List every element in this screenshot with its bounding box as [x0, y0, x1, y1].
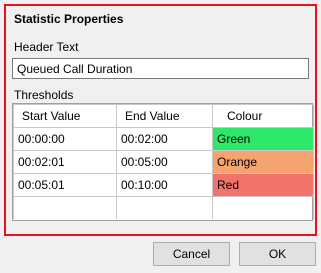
table-row[interactable]: 00:02:01 00:05:00 Orange: [13, 150, 314, 174]
statistic-properties-panel: Statistic Properties Header Text Thresho…: [4, 4, 317, 236]
start-value-cell[interactable]: 00:00:00: [13, 127, 117, 151]
end-value-cell[interactable]: 00:02:00: [116, 127, 213, 151]
table-row[interactable]: 00:05:01 00:10:00 Red: [13, 173, 314, 197]
colour-cell[interactable]: Green: [212, 127, 314, 151]
colour-cell[interactable]: Orange: [212, 150, 314, 174]
thresholds-header-row: Start Value End Value Colour: [13, 104, 314, 128]
new-start-value-cell[interactable]: [13, 196, 117, 219]
new-colour-cell[interactable]: [212, 196, 314, 219]
end-value-cell[interactable]: 00:05:00: [116, 150, 213, 174]
end-value-cell[interactable]: 00:10:00: [116, 173, 213, 197]
ok-button[interactable]: OK: [239, 242, 316, 266]
column-header-colour[interactable]: Colour: [212, 104, 314, 128]
column-header-end-value[interactable]: End Value: [116, 104, 213, 128]
header-text-label: Header Text: [14, 40, 79, 54]
start-value-cell[interactable]: 00:02:01: [13, 150, 117, 174]
new-end-value-cell[interactable]: [116, 196, 213, 219]
thresholds-label: Thresholds: [14, 88, 74, 102]
column-header-start-value[interactable]: Start Value: [13, 104, 117, 128]
cancel-button[interactable]: Cancel: [153, 242, 230, 266]
colour-cell[interactable]: Red: [212, 173, 314, 197]
new-row[interactable]: [13, 196, 314, 219]
panel-title: Statistic Properties: [14, 12, 124, 26]
start-value-cell[interactable]: 00:05:01: [13, 173, 117, 197]
thresholds-grid[interactable]: Start Value End Value Colour 00:00:00 00…: [12, 103, 314, 221]
header-text-input[interactable]: [12, 58, 309, 79]
table-row[interactable]: 00:00:00 00:02:00 Green: [13, 127, 314, 151]
